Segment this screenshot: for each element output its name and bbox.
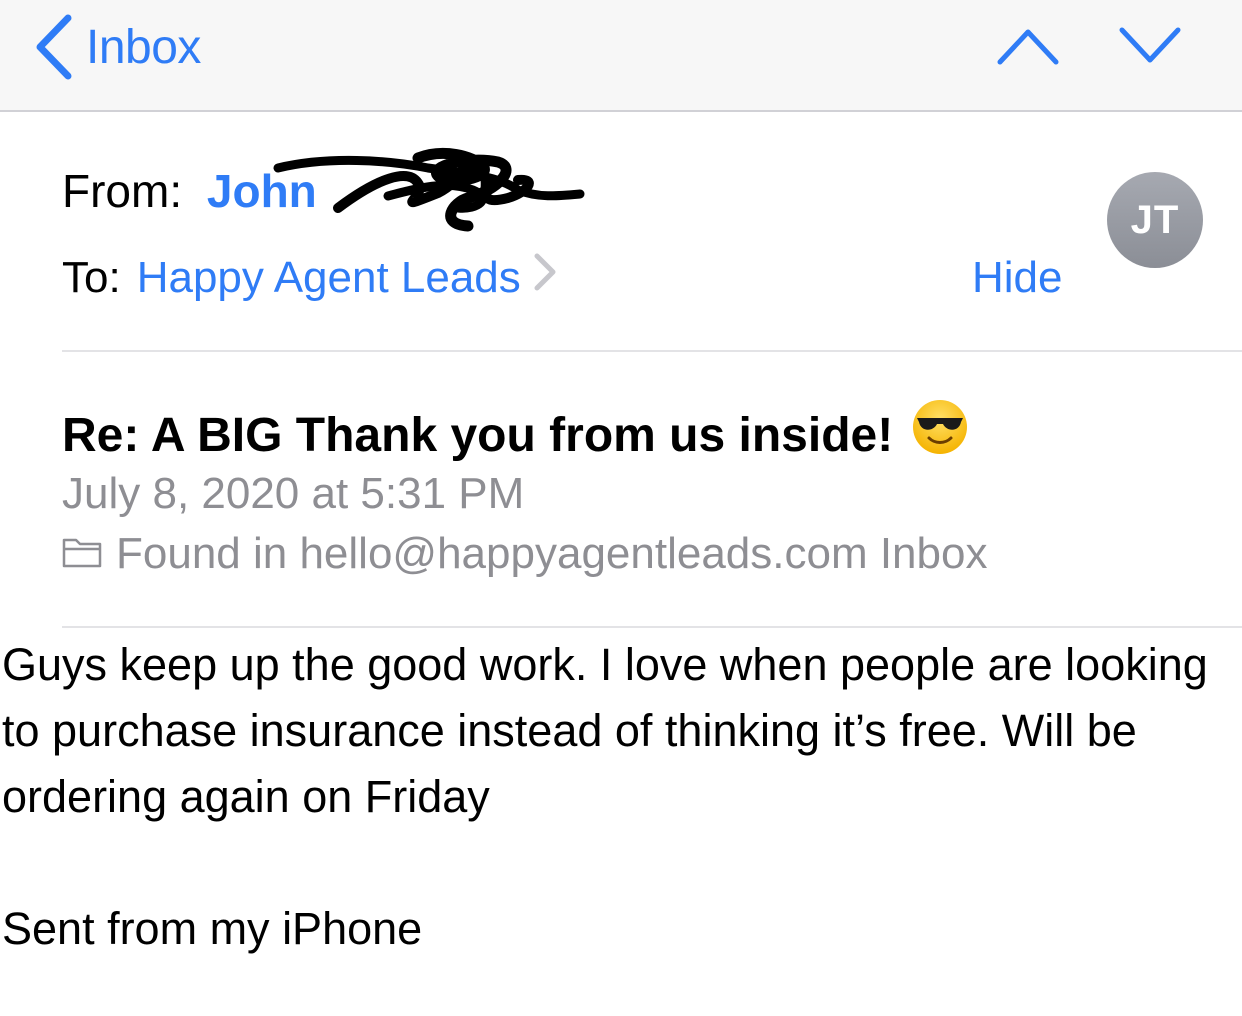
redaction-scribble (268, 138, 588, 243)
mail-message-screen: Inbox From: John JT To: Happy Agent Lead… (0, 0, 1242, 1016)
to-row: To: Happy Agent Leads (62, 250, 557, 306)
recipient-name[interactable]: Happy Agent Leads (137, 250, 521, 306)
to-label: To: (62, 253, 121, 302)
hide-details-button[interactable]: Hide (972, 250, 1063, 306)
message-signature: Sent from my iPhone (2, 903, 423, 954)
folder-icon (62, 526, 102, 582)
sunglasses-emoji-icon (911, 398, 969, 473)
found-in-text: Found in hello@happyagentleads.com Inbox (116, 529, 988, 578)
chevron-down-icon (1118, 24, 1182, 68)
chevron-left-icon (34, 14, 74, 80)
message-subject: Re: A BIG Thank you from us inside! (62, 398, 969, 473)
navigation-bar: Inbox (0, 0, 1242, 112)
message-date: July 8, 2020 at 5:31 PM (62, 469, 525, 518)
previous-message-button[interactable] (996, 24, 1060, 68)
chevron-right-icon (533, 250, 557, 306)
header-divider (62, 350, 1242, 352)
back-button-label: Inbox (86, 20, 201, 74)
next-message-button[interactable] (1118, 24, 1182, 68)
chevron-up-icon (996, 24, 1060, 68)
body-divider (62, 626, 1242, 628)
subject-text: Re: A BIG Thank you from us inside! (62, 408, 894, 462)
mailbox-location: Found in hello@happyagentleads.com Inbox (62, 526, 987, 582)
message-body: Guys keep up the good work. I love when … (2, 639, 1208, 822)
from-label: From: (62, 165, 183, 217)
back-to-inbox-button[interactable]: Inbox (34, 12, 201, 82)
sender-avatar[interactable]: JT (1107, 172, 1203, 268)
avatar-initials: JT (1130, 197, 1180, 242)
